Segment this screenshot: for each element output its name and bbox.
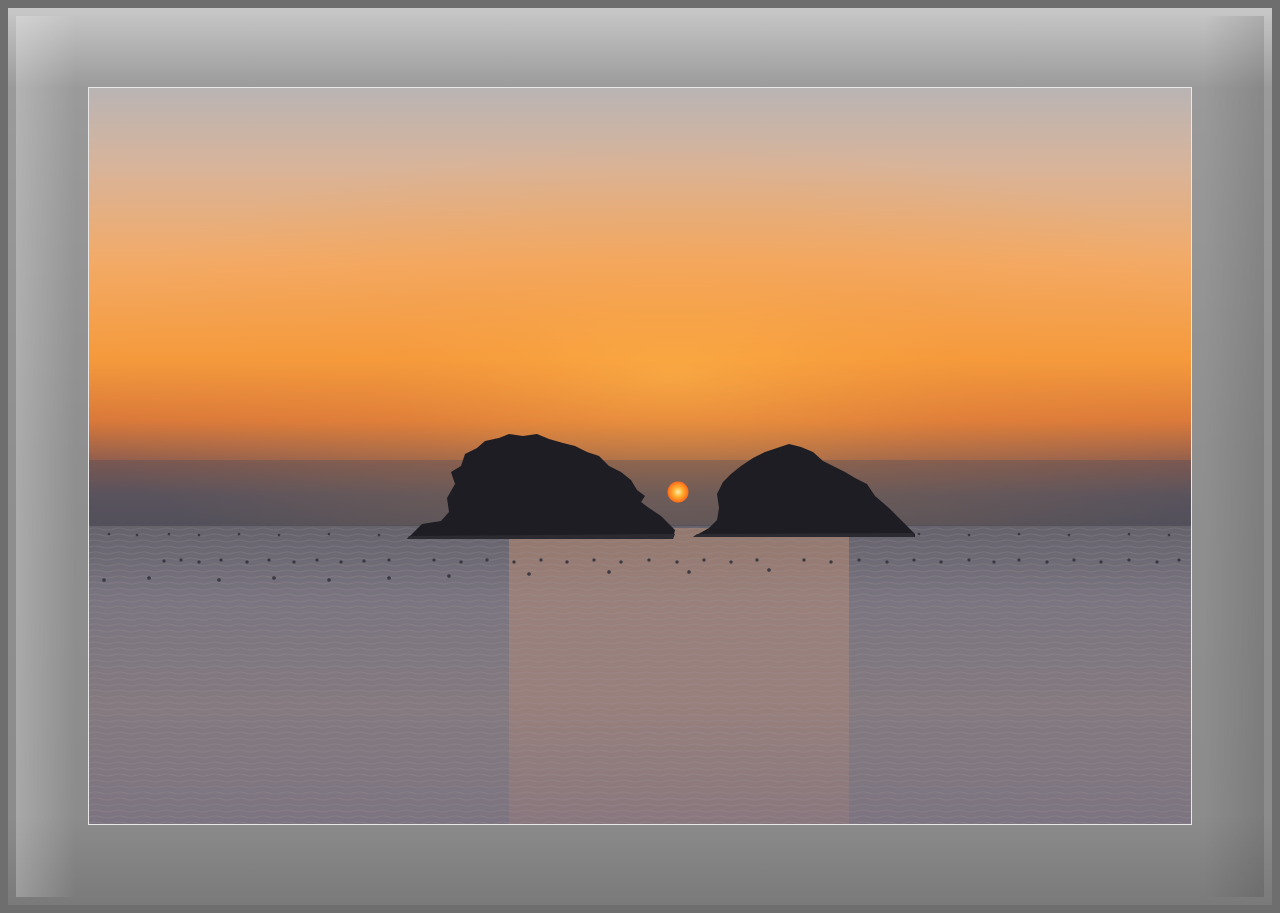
sunset-photo <box>88 87 1192 825</box>
sunset-scene <box>89 88 1191 824</box>
setting-sun <box>667 481 689 503</box>
water-ripples <box>89 525 1191 824</box>
